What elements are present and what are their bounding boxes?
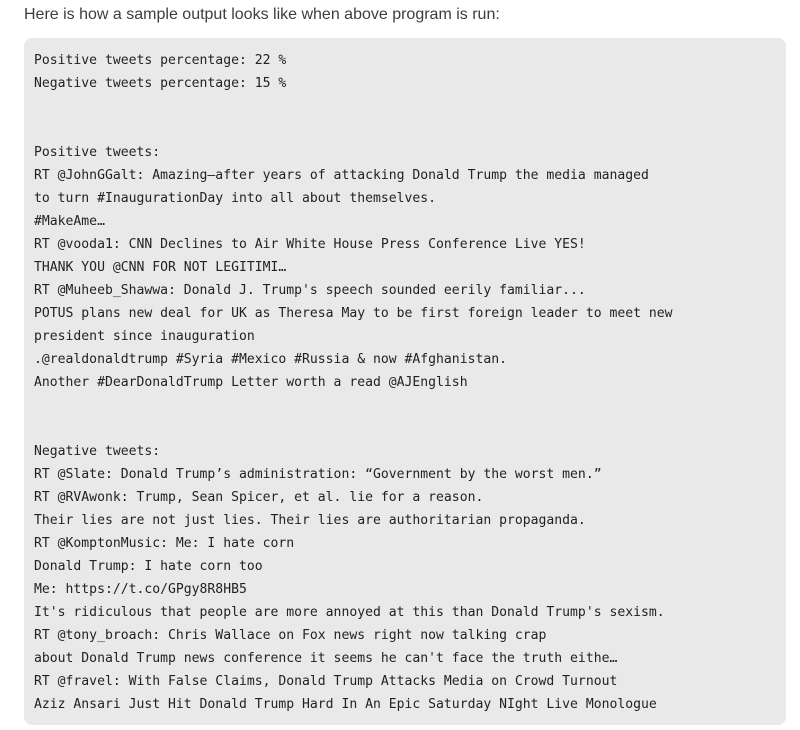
output-line: RT @vooda1: CNN Declines to Air White Ho… (34, 237, 586, 252)
output-line: POTUS plans new deal for UK as Theresa M… (34, 306, 673, 321)
output-line: THANK YOU @CNN FOR NOT LEGITIMI… (34, 260, 287, 275)
output-line: RT @RVAwonk: Trump, Sean Spicer, et al. … (34, 490, 484, 505)
output-line: Positive tweets percentage: 22 % (34, 53, 287, 68)
output-line: It's ridiculous that people are more ann… (34, 605, 665, 620)
output-line: Negative tweets: (34, 444, 161, 459)
output-line: RT @JohnGGalt: Amazing—after years of at… (34, 168, 649, 183)
output-line: Positive tweets: (34, 145, 161, 160)
output-line: RT @KomptonMusic: Me: I hate corn (34, 536, 295, 551)
output-line: Their lies are not just lies. Their lies… (34, 513, 586, 528)
output-line: about Donald Trump news conference it se… (34, 651, 618, 666)
output-line: Me: https://t.co/GPgy8R8HB5 (34, 582, 247, 597)
output-line: Aziz Ansari Just Hit Donald Trump Hard I… (34, 697, 657, 712)
output-line: #MakeAme… (34, 214, 105, 229)
output-line: Donald Trump: I hate corn too (34, 559, 263, 574)
output-line: .@realdonaldtrump #Syria #Mexico #Russia… (34, 352, 507, 367)
intro-paragraph: Here is how a sample output looks like w… (24, 6, 500, 23)
output-line: RT @tony_broach: Chris Wallace on Fox ne… (34, 628, 547, 643)
output-line: RT @fravel: With False Claims, Donald Tr… (34, 674, 618, 689)
output-line: RT @Muheeb_Shawwa: Donald J. Trump's spe… (34, 283, 586, 298)
output-line: president since inauguration (34, 329, 255, 344)
output-line: to turn #InaugurationDay into all about … (34, 191, 437, 206)
output-line: Negative tweets percentage: 15 % (34, 76, 287, 91)
program-output-block: Positive tweets percentage: 22 % Negativ… (24, 38, 786, 725)
output-line: Another #DearDonaldTrump Letter worth a … (34, 375, 468, 390)
output-line: RT @Slate: Donald Trump’s administration… (34, 467, 602, 482)
